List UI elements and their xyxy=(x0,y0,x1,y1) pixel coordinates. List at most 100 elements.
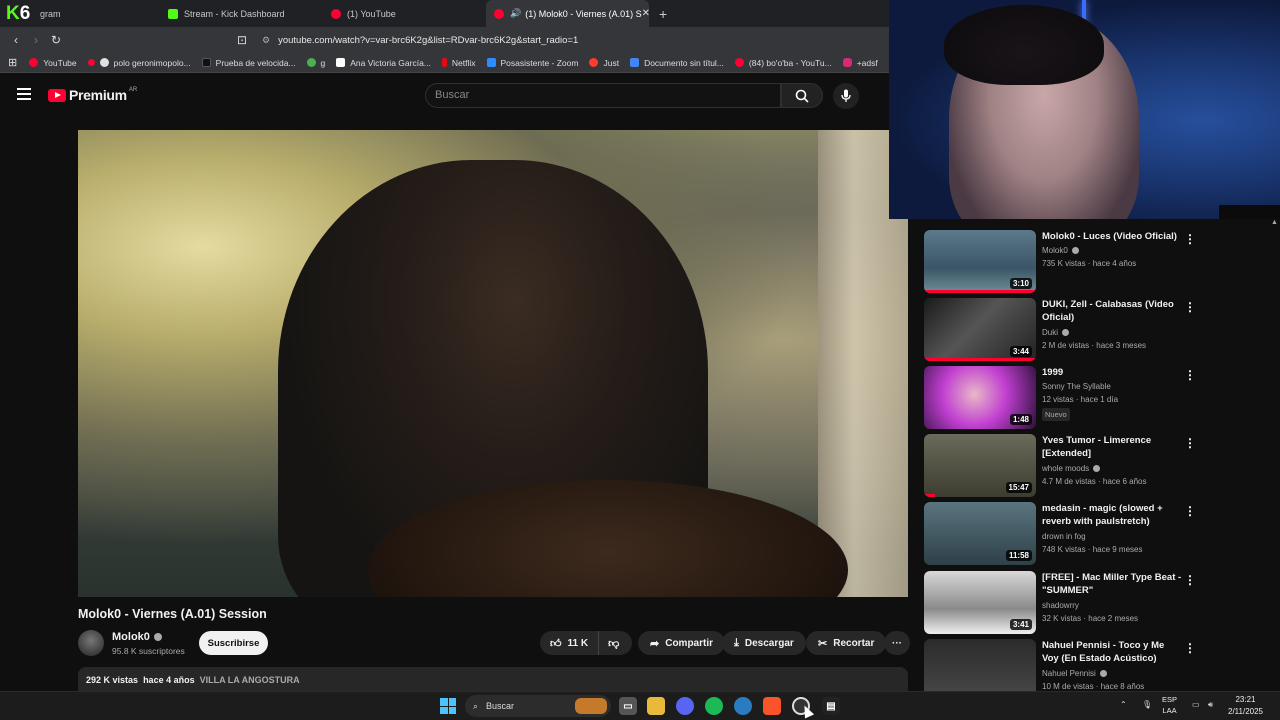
recommendation-meta: 735 K vistas · hace 4 años xyxy=(1042,259,1137,268)
bookmark-icon[interactable]: ⊡ xyxy=(232,33,252,47)
tray-network-icon[interactable]: ▭ xyxy=(1192,700,1200,709)
taskbar-search[interactable]: ⌕ Buscar xyxy=(465,695,611,717)
clip-button[interactable]: ✂ Recortar xyxy=(806,631,887,655)
more-vertical-icon[interactable]: ⋮ xyxy=(1184,641,1196,655)
close-tab-icon[interactable]: ✕ xyxy=(642,8,649,19)
tab-molok0-video[interactable]: 🔊 (1) Molok0 - Viernes (A.01) S ✕ xyxy=(486,0,649,27)
tab-youtube[interactable]: (1) YouTube xyxy=(323,0,486,27)
thumbs-down-icon: 👎︎ xyxy=(608,637,620,650)
recommendation-item[interactable]: 3:10 Molok0 - Luces (Video Oficial) Molok0… xyxy=(924,230,1254,294)
bookmark-item[interactable]: Netflix xyxy=(441,58,476,68)
more-vertical-icon[interactable]: ⋮ xyxy=(1184,232,1196,246)
search-button[interactable] xyxy=(781,83,823,108)
tray-volume-icon[interactable]: 🔊︎ xyxy=(1208,700,1213,710)
subscribe-button[interactable]: Suscribirse xyxy=(199,631,268,655)
bookmark-label: Ana Victoria García... xyxy=(350,57,431,68)
bookmark-label: Prueba de velocida... xyxy=(215,57,296,68)
reload-icon[interactable]: ↻ xyxy=(46,33,66,47)
bookmark-item[interactable]: Documento sin títul... xyxy=(630,58,724,68)
bookmark-item[interactable]: Just xyxy=(589,58,619,68)
bookmark-item[interactable]: g xyxy=(306,57,326,68)
like-button[interactable]: 👍︎ 11 K xyxy=(540,631,600,655)
app-icon[interactable] xyxy=(734,697,752,715)
bookmark-label: g xyxy=(320,57,326,68)
recommendation-title[interactable]: medasin - magic (slowed + reverb with pa… xyxy=(1042,502,1182,528)
bookmark-item[interactable]: (84) bo'o'ba - YouTu... xyxy=(734,58,832,68)
recommendation-thumbnail[interactable]: 1:48 xyxy=(924,366,1036,429)
tray-chevron-up-icon[interactable]: ⌃ xyxy=(1120,700,1127,709)
verified-icon xyxy=(1071,247,1079,254)
recommendation-item[interactable]: 11:58 medasin - magic (slowed + reverb wi… xyxy=(924,502,1254,566)
bookmark-item[interactable]: +adsf xyxy=(842,58,878,68)
tray-microphone-icon[interactable]: 🎙︎ xyxy=(1142,700,1152,709)
new-tab-icon[interactable]: + xyxy=(649,6,677,22)
recommendation-channel[interactable]: drown in fog xyxy=(1042,532,1086,541)
tab-kick-dashboard[interactable]: Stream - Kick Dashboard xyxy=(160,0,323,27)
forward-icon[interactable]: › xyxy=(26,33,46,47)
more-vertical-icon[interactable]: ⋮ xyxy=(1184,436,1196,450)
recommendation-title[interactable]: [FREE] - Mac Miller Type Beat - "SUMMER" xyxy=(1042,571,1182,597)
recommendation-thumbnail[interactable]: 3:44 xyxy=(924,298,1036,361)
more-vertical-icon[interactable]: ⋮ xyxy=(1184,573,1196,587)
search-input[interactable]: Buscar xyxy=(425,83,781,108)
back-icon[interactable]: ‹ xyxy=(6,33,26,47)
recommendation-item[interactable]: 3:41 [FREE] - Mac Miller Type Beat - "SUM… xyxy=(924,571,1254,635)
recommendation-item[interactable]: 15:47 Yves Tumor - Limerence [Extended] wh… xyxy=(924,434,1254,498)
download-label: Descargar xyxy=(744,637,794,649)
channel-name[interactable]: Molok0 xyxy=(112,631,162,643)
webcam-bottom-bar xyxy=(1219,205,1280,219)
recommendation-thumbnail[interactable]: 11:58 xyxy=(924,502,1036,565)
zoom-icon xyxy=(486,58,496,67)
recommendation-item[interactable]: 1:48 1999 Sonny The Syllable 12 vistas · ha… xyxy=(924,366,1254,430)
recommendation-title[interactable]: DUKI, Zell - Calabasas (Video Oficial) xyxy=(1042,298,1182,324)
recommendation-title[interactable]: 1999 xyxy=(1042,366,1182,379)
bookmark-item[interactable]: Ana Victoria García... xyxy=(336,58,431,68)
recommendation-title[interactable]: Nahuel Pennisi - Toco y Me Voy (En Estad… xyxy=(1042,639,1182,665)
recommendation-thumbnail[interactable]: 3:41 xyxy=(924,571,1036,634)
voice-search-button[interactable] xyxy=(833,83,859,109)
windows-start-icon[interactable] xyxy=(440,698,456,714)
epic-games-icon[interactable]: ▤ xyxy=(822,697,840,715)
bookmark-item[interactable]: Prueba de velocida... xyxy=(201,57,296,68)
bookmark-item[interactable]: polo geronimopolo... xyxy=(87,58,191,68)
recommendation-title[interactable]: Yves Tumor - Limerence [Extended] xyxy=(1042,434,1182,460)
recommendation-channel[interactable]: Molok0 xyxy=(1042,246,1079,255)
scrollbar[interactable] xyxy=(1270,219,1280,689)
channel-avatar[interactable] xyxy=(78,630,104,656)
site-info-icon[interactable]: ⚙ xyxy=(262,35,270,46)
apps-grid-icon[interactable]: ⊞ xyxy=(8,56,17,69)
video-location[interactable]: VILLA LA ANGOSTURA xyxy=(200,675,300,685)
recommendation-thumbnail[interactable]: 3:10 xyxy=(924,230,1036,293)
bookmark-item[interactable]: Posasistente - Zoom xyxy=(486,58,578,68)
scroll-up-icon[interactable]: ▲ xyxy=(1271,219,1278,226)
more-vertical-icon[interactable]: ⋮ xyxy=(1184,504,1196,518)
bookmark-item[interactable]: YouTube xyxy=(29,58,77,68)
discord-icon[interactable] xyxy=(676,697,694,715)
language-indicator[interactable]: ESP LAA xyxy=(1162,694,1177,716)
more-vertical-icon[interactable]: ⋮ xyxy=(1184,300,1196,314)
spotify-icon[interactable] xyxy=(705,697,723,715)
youtube-premium-logo[interactable]: Premium AR xyxy=(48,87,137,103)
recommendation-channel[interactable]: Nahuel Pennisi xyxy=(1042,669,1107,678)
recommendation-title[interactable]: Molok0 - Luces (Video Oficial) xyxy=(1042,230,1182,243)
menu-icon[interactable] xyxy=(17,88,31,100)
description-box[interactable]: 292 K vistas hace 4 años VILLA LA ANGOST… xyxy=(78,667,908,691)
brave-browser-icon[interactable] xyxy=(763,697,781,715)
recommendation-item[interactable]: 3:44 DUKI, Zell - Calabasas (Video Oficia… xyxy=(924,298,1254,362)
video-player[interactable] xyxy=(78,130,908,597)
share-button[interactable]: ➦ Compartir xyxy=(638,631,726,655)
dislike-button[interactable]: 👎︎ xyxy=(599,637,628,650)
recommendation-thumbnail[interactable]: 15:47 xyxy=(924,434,1036,497)
recommendation-channel[interactable]: Sonny The Syllable xyxy=(1042,382,1111,391)
recommendation-channel[interactable]: shadowrry xyxy=(1042,601,1079,610)
system-clock[interactable]: 23:21 2/11/2025 xyxy=(1228,694,1263,718)
file-explorer-icon[interactable] xyxy=(647,697,665,715)
task-view-icon[interactable]: ▭ xyxy=(619,697,637,715)
more-vertical-icon[interactable]: ⋮ xyxy=(1184,368,1196,382)
bookmark-favicon-icon xyxy=(306,58,316,67)
recommendation-channel[interactable]: whole moods xyxy=(1042,464,1101,473)
download-button[interactable]: ⤓ Descargar xyxy=(722,631,806,655)
recommendation-channel[interactable]: Duki xyxy=(1042,328,1070,337)
url-field[interactable]: ⚙ youtube.com/watch?v=var-brc6K2g&list=R… xyxy=(262,35,578,46)
more-actions-button[interactable]: ··· xyxy=(884,631,910,655)
